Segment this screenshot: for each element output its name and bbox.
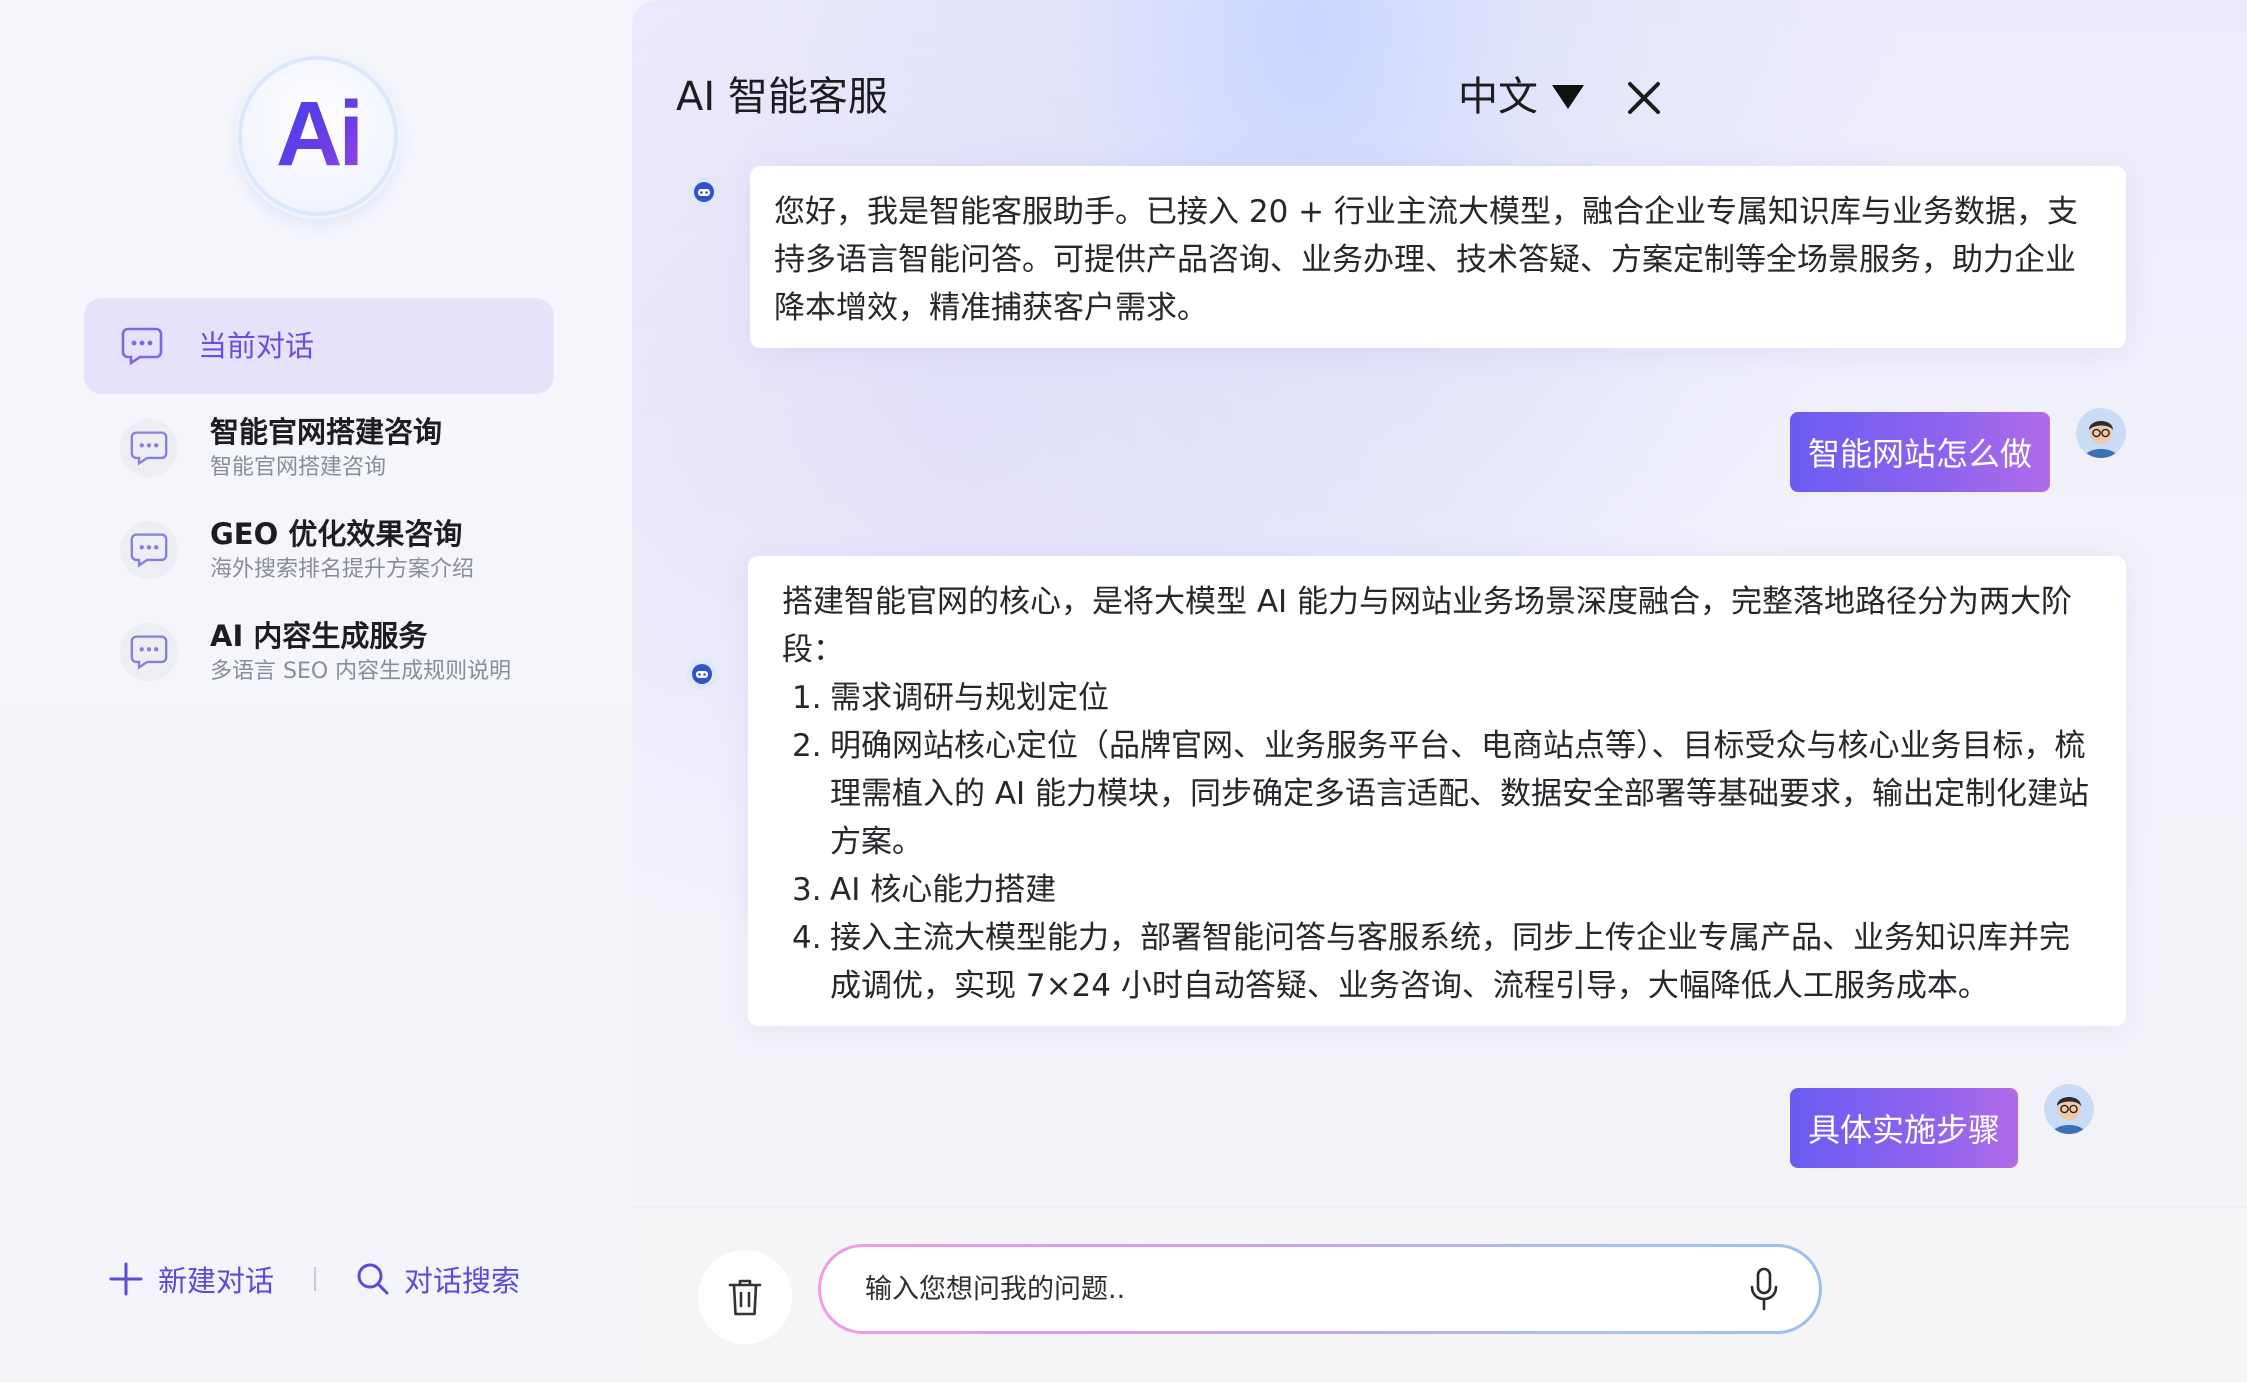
- bot-avatar-icon: [688, 176, 720, 208]
- conversation-title: GEO 优化效果咨询: [210, 517, 463, 551]
- conversation-title: AI 内容生成服务: [210, 619, 428, 653]
- conversation-text: GEO 优化效果咨询 海外搜索排名提升方案介绍: [210, 515, 474, 585]
- new-chat-label: 新建对话: [158, 1264, 275, 1298]
- conversation-subtitle: 智能官网搭建咨询: [210, 455, 387, 480]
- search-chat-label: 对话搜索: [404, 1264, 521, 1298]
- microphone-icon[interactable]: [1749, 1267, 1779, 1311]
- user-avatar-icon: [2044, 1084, 2094, 1134]
- step-item: 2. 明确网站核心定位（品牌官网、业务服务平台、电商站点等）、目标受众与核心业务目…: [782, 722, 2092, 866]
- conversation-item-current[interactable]: 当前对话: [84, 298, 554, 394]
- step-item: 3. AI 核心能力搭建: [782, 866, 2092, 914]
- step-item: 1. 需求调研与规划定位: [782, 674, 2092, 722]
- clear-chat-button[interactable]: [698, 1250, 792, 1344]
- user-message-text: 具体实施步骤: [1807, 1111, 2000, 1149]
- user-message-1: 智能网站怎么做: [1790, 412, 2050, 492]
- conversation-subtitle: 多语言 SEO 内容生成规则说明: [210, 659, 512, 684]
- conversation-text: 当前对话: [198, 327, 314, 365]
- conversation-item-website[interactable]: 智能官网搭建咨询 智能官网搭建咨询: [84, 400, 554, 496]
- caret-down-icon: [1552, 85, 1584, 109]
- step-number: 3.: [792, 872, 822, 908]
- step-number: 1.: [792, 680, 822, 716]
- user-avatar-icon: [2076, 408, 2126, 458]
- ai-logo: Ai: [238, 56, 398, 216]
- new-chat-button[interactable]: 新建对话: [108, 1258, 274, 1300]
- user-avatar: [2044, 1084, 2094, 1134]
- bot-message-intro: 搭建智能官网的核心，是将大模型 AI 能力与网站业务场景深度融合，完整落地路径分…: [782, 584, 2073, 668]
- chat-input-wrapper: [818, 1244, 1822, 1334]
- user-message-2: 具体实施步骤: [1790, 1088, 2018, 1168]
- language-selector[interactable]: 中文: [1458, 70, 1584, 124]
- steps-list: 1. 需求调研与规划定位 2. 明确网站核心定位（品牌官网、业务服务平台、电商站点等…: [782, 674, 2092, 1010]
- bot-message-1: 您好，我是智能客服助手。已接入 20 + 行业主流大模型，融合企业专属知识库与业…: [750, 166, 2126, 348]
- chat-title: AI 智能客服: [676, 74, 888, 120]
- step-text: 需求调研与规划定位: [830, 680, 1109, 716]
- conversation-text: 智能官网搭建咨询 智能官网搭建咨询: [210, 413, 442, 483]
- plus-icon: [109, 1262, 143, 1296]
- bot-avatar-icon: [686, 658, 718, 690]
- user-avatar: [2076, 408, 2126, 458]
- step-text: AI 核心能力搭建: [830, 872, 1057, 908]
- input-area: [632, 1206, 2247, 1382]
- conversation-title: 智能官网搭建咨询: [210, 415, 443, 449]
- logo-text: Ai: [276, 83, 364, 185]
- footer-divider: [314, 1267, 317, 1291]
- step-number: 4.: [792, 920, 822, 956]
- chat-bubble-icon: [120, 419, 178, 477]
- conversation-text: AI 内容生成服务 多语言 SEO 内容生成规则说明: [210, 617, 511, 687]
- chat-bubble-icon: [120, 521, 178, 579]
- language-label: 中文: [1458, 74, 1538, 120]
- bot-message-2: 搭建智能官网的核心，是将大模型 AI 能力与网站业务场景深度融合，完整落地路径分…: [748, 556, 2126, 1026]
- search-icon: [357, 1263, 389, 1295]
- step-number: 2.: [792, 728, 822, 764]
- conversation-item-content[interactable]: AI 内容生成服务 多语言 SEO 内容生成规则说明: [84, 604, 554, 700]
- user-message-text: 智能网站怎么做: [1807, 435, 2032, 473]
- trash-icon: [728, 1279, 762, 1316]
- conversation-item-geo[interactable]: GEO 优化效果咨询 海外搜索排名提升方案介绍: [84, 502, 554, 598]
- chat-input-inner: [821, 1247, 1819, 1331]
- chat-panel: AI 智能客服 中文 您好，我是智能客服助手。已接入 20 + 行业主流大模型，…: [632, 0, 2247, 1382]
- step-item: 4. 接入主流大模型能力，部署智能问答与客服系统，同步上传企业专属产品、业务知识库…: [782, 914, 2092, 1010]
- close-icon[interactable]: [1624, 78, 1664, 118]
- sidebar-footer: 新建对话 对话搜索: [108, 1258, 520, 1300]
- bot-message-text: 您好，我是智能客服助手。已接入 20 + 行业主流大模型，融合企业专属知识库与业…: [774, 194, 2078, 326]
- step-text: 明确网站核心定位（品牌官网、业务服务平台、电商站点等）、目标受众与核心业务目标，…: [830, 728, 2090, 860]
- chat-input[interactable]: [865, 1273, 1749, 1305]
- search-chat-button[interactable]: 对话搜索: [356, 1258, 520, 1300]
- conversation-subtitle: 海外搜索排名提升方案介绍: [210, 557, 475, 582]
- step-text: 接入主流大模型能力，部署智能问答与客服系统，同步上传企业专属产品、业务知识库并完…: [830, 920, 2070, 1004]
- sidebar: Ai 当前对话 智能官网搭建咨询 智能官网搭建咨询 GEO 优化效果咨询 海外搜…: [0, 0, 632, 1382]
- conversation-title: 当前对话: [198, 329, 315, 363]
- conversation-list: 当前对话 智能官网搭建咨询 智能官网搭建咨询 GEO 优化效果咨询 海外搜索排名…: [84, 298, 554, 706]
- chat-bubble-icon: [120, 324, 164, 368]
- chat-bubble-icon: [120, 623, 178, 681]
